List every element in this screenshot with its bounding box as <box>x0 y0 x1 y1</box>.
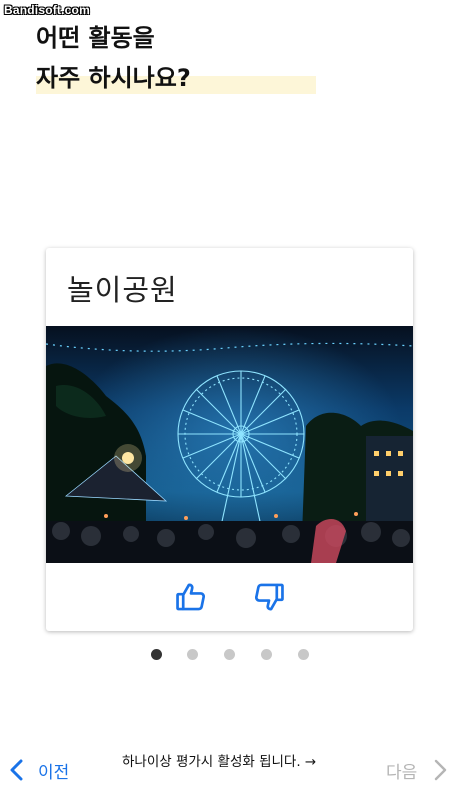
question-line-1: 어떤 활동을 <box>36 24 155 52</box>
prev-button[interactable]: 이전 <box>8 756 69 784</box>
watermark: Bandisoft.com <box>4 3 90 17</box>
chevron-right-icon <box>435 759 447 781</box>
carousel-dot-5[interactable] <box>298 649 309 660</box>
question-heading: 어떤 활동을 자주 하시나요? <box>36 18 316 98</box>
prev-label: 이전 <box>38 762 70 783</box>
bottom-nav: 이전 하나이상 평가시 활성화 됩니다. → 다음 <box>0 748 452 792</box>
carousel-dot-2[interactable] <box>187 649 198 660</box>
question-line-2: 자주 하시나요? <box>36 64 191 92</box>
thumbs-down-icon[interactable] <box>252 580 286 614</box>
carousel-dot-3[interactable] <box>224 649 235 660</box>
activation-hint: 하나이상 평가시 활성화 됩니다. → <box>122 754 317 770</box>
amusement-park-image <box>46 326 413 563</box>
thumbs-up-icon[interactable] <box>174 580 208 614</box>
card-actions <box>46 563 413 631</box>
activity-card: 놀이공원 <box>46 248 413 631</box>
carousel-dot-1[interactable] <box>151 649 162 660</box>
next-label: 다음 <box>386 762 418 783</box>
card-title: 놀이공원 <box>67 273 178 307</box>
next-button[interactable]: 다음 <box>386 756 449 784</box>
carousel-dots <box>148 649 318 661</box>
carousel-dot-4[interactable] <box>261 649 272 660</box>
chevron-left-icon <box>10 759 23 781</box>
